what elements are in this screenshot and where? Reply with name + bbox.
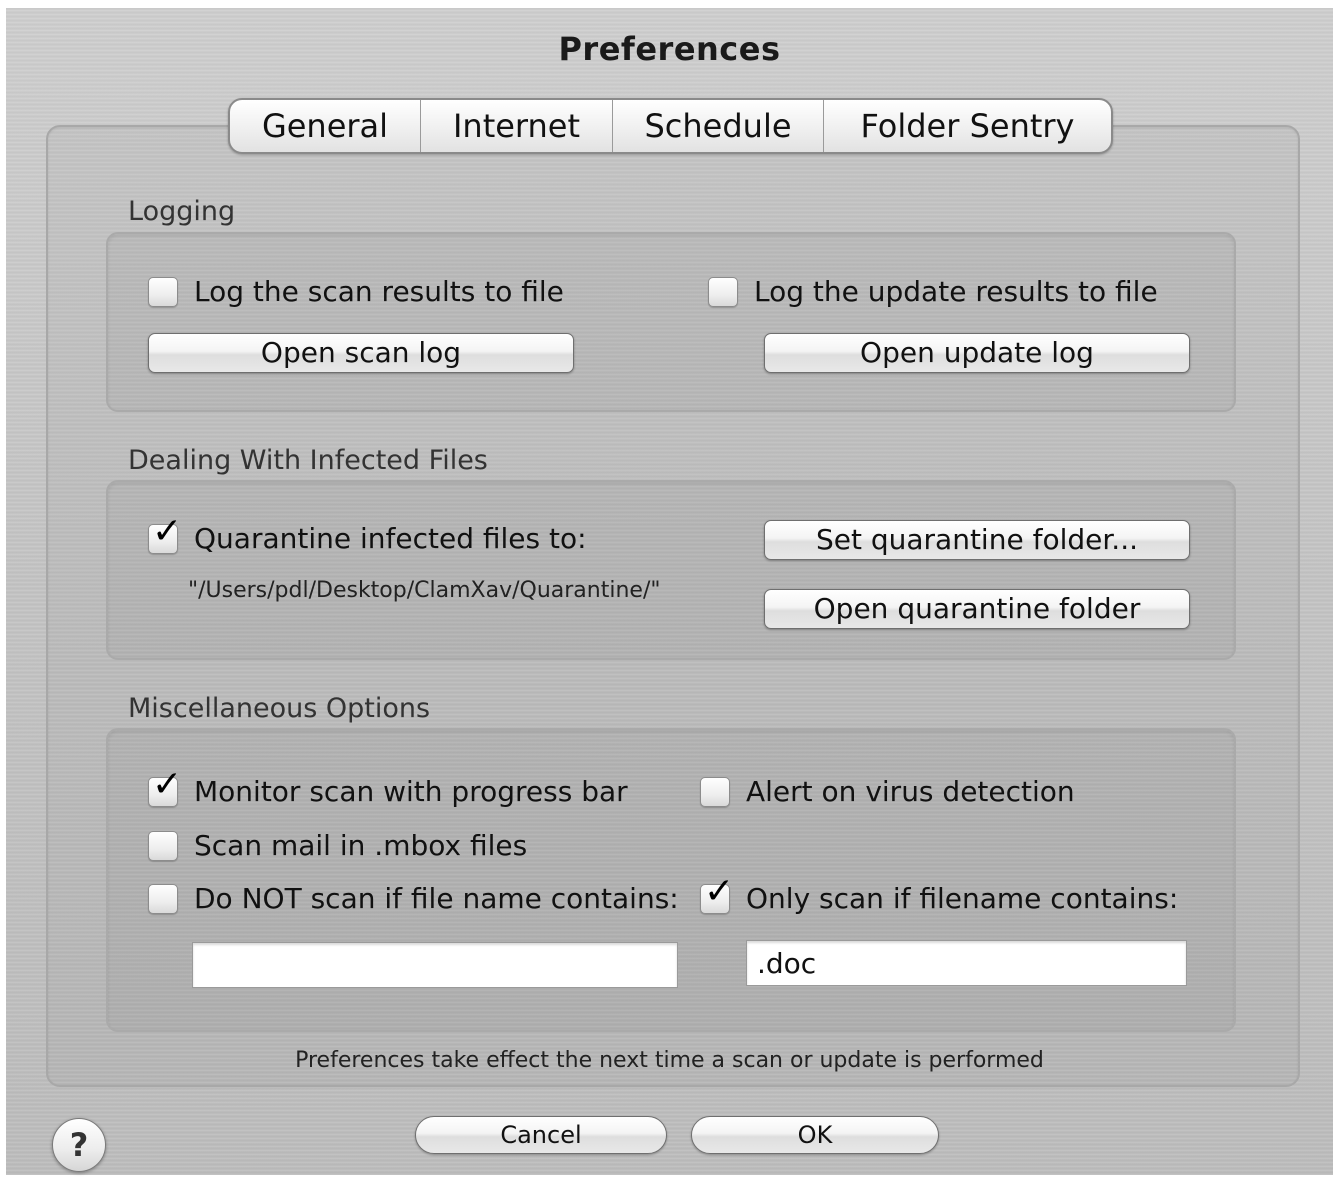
checkbox-box[interactable] (148, 883, 178, 914)
checkbox-box[interactable] (148, 830, 178, 861)
tab-folder-sentry[interactable]: Folder Sentry (824, 100, 1111, 152)
quarantine-checkbox[interactable]: ✓ Quarantine infected files to: (148, 513, 587, 555)
exclude-filename-label: Do NOT scan if file name contains: (194, 882, 679, 915)
quarantine-label: Quarantine infected files to: (194, 522, 587, 555)
include-filename-checkbox[interactable]: ✓ Only scan if filename contains: (700, 873, 1179, 915)
set-quarantine-folder-button[interactable]: Set quarantine folder... (764, 520, 1190, 560)
include-filename-field[interactable]: .doc (746, 940, 1187, 986)
logging-group (106, 232, 1236, 412)
exclude-filename-field[interactable] (192, 942, 678, 988)
include-filename-label: Only scan if filename contains: (746, 882, 1179, 915)
help-button[interactable]: ? (52, 1118, 106, 1172)
monitor-progress-checkbox[interactable]: ✓ Monitor scan with progress bar (148, 766, 628, 808)
infected-group (106, 480, 1236, 660)
logging-section-label: Logging (128, 196, 236, 227)
checkbox-box[interactable]: ✓ (700, 873, 734, 914)
tab-schedule[interactable]: Schedule (613, 100, 824, 152)
checkbox-box[interactable]: ✓ (148, 766, 182, 807)
monitor-progress-label: Monitor scan with progress bar (194, 775, 628, 808)
open-scan-log-button[interactable]: Open scan log (148, 333, 574, 373)
checkbox-box[interactable] (700, 776, 730, 807)
checkbox-box[interactable]: ✓ (148, 513, 182, 554)
checkmark-icon: ✓ (704, 870, 735, 912)
log-update-label: Log the update results to file (754, 275, 1158, 308)
window-title: Preferences (558, 30, 781, 68)
alert-virus-label: Alert on virus detection (746, 775, 1075, 808)
checkbox-box[interactable] (708, 276, 738, 307)
checkmark-icon: ✓ (152, 510, 183, 552)
open-update-log-button[interactable]: Open update log (764, 333, 1190, 373)
scan-mbox-label: Scan mail in .mbox files (194, 829, 528, 862)
tab-bar: General Internet Schedule Folder Sentry (228, 98, 1113, 154)
preferences-footnote: Preferences take effect the next time a … (295, 1048, 1044, 1073)
quarantine-path: "/Users/pdl/Desktop/ClamXav/Quarantine/" (188, 578, 661, 603)
ok-button[interactable]: OK (691, 1116, 939, 1154)
scan-mbox-checkbox[interactable]: Scan mail in .mbox files (148, 829, 527, 862)
checkbox-box[interactable] (148, 276, 178, 307)
exclude-filename-checkbox[interactable]: Do NOT scan if file name contains: (148, 882, 679, 915)
misc-section-label: Miscellaneous Options (128, 693, 431, 724)
cancel-button[interactable]: Cancel (415, 1116, 667, 1154)
open-quarantine-folder-button[interactable]: Open quarantine folder (764, 589, 1190, 629)
checkmark-icon: ✓ (152, 763, 183, 805)
log-scan-label: Log the scan results to file (194, 275, 564, 308)
infected-section-label: Dealing With Infected Files (128, 445, 488, 476)
log-update-checkbox[interactable]: Log the update results to file (708, 275, 1158, 308)
tab-internet[interactable]: Internet (421, 100, 613, 152)
log-scan-checkbox[interactable]: Log the scan results to file (148, 275, 564, 308)
alert-virus-checkbox[interactable]: Alert on virus detection (700, 775, 1075, 808)
tab-general[interactable]: General (230, 100, 421, 152)
